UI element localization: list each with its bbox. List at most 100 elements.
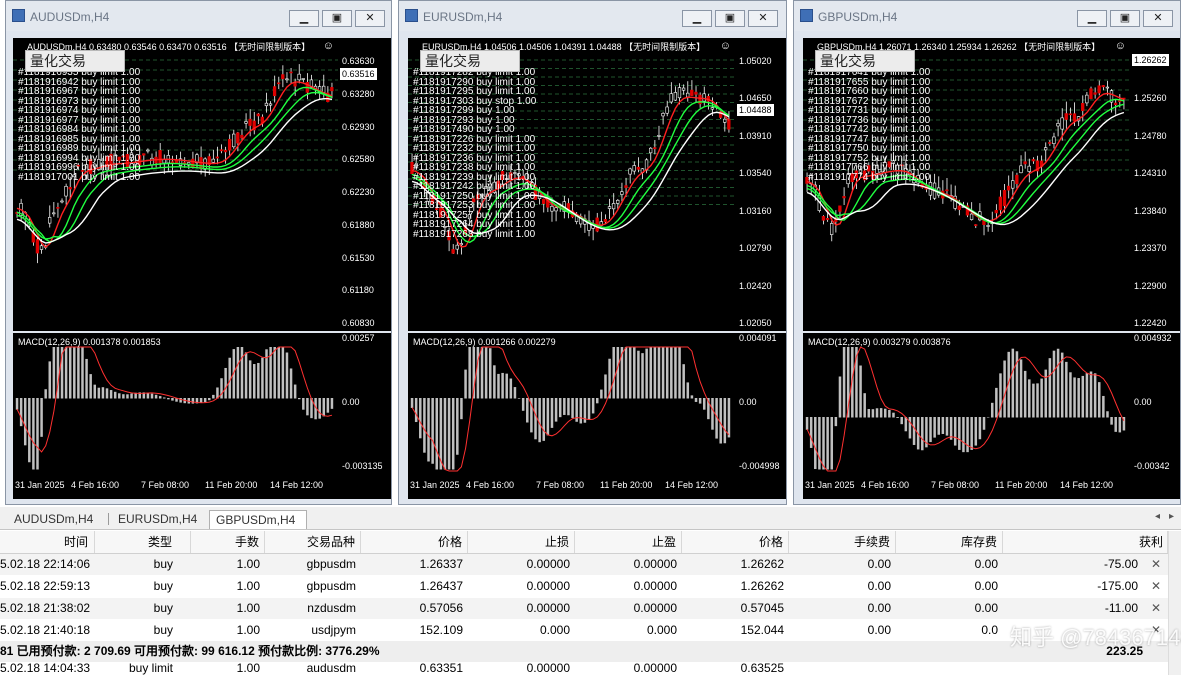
time-axis: 31 Jan 2025 4 Feb 16:00 7 Feb 08:00 11 Feb …	[408, 475, 786, 499]
macd-histogram-bar	[435, 398, 439, 470]
col-header-lots[interactable]: 手数	[191, 531, 265, 553]
moving-average-line	[806, 92, 1125, 226]
macd-histogram-bar	[534, 398, 537, 440]
macd-histogram-bar	[542, 398, 546, 441]
maximize-button[interactable]: ▣	[1110, 10, 1140, 27]
macd-histogram-bar	[1036, 383, 1039, 418]
macd-histogram-bar	[1110, 417, 1113, 425]
price-chart[interactable]: #1181916935 buy limit 1.00 #1181916942 b…	[13, 38, 338, 331]
macd-axis: 0.004091 0.00 -0.004998	[735, 333, 786, 475]
tab-gbpusd[interactable]: GBPUSDm,H4	[209, 510, 307, 529]
col-header-price[interactable]: 价格	[682, 531, 789, 553]
macd-histogram-bar	[863, 393, 866, 418]
table-cell: 0.00	[867, 557, 891, 571]
moving-average-line	[16, 98, 333, 244]
table-row[interactable]: 5.02.18 22:59:13 buy 1.00 gbpusdm 1.26437 0.0…	[0, 576, 1181, 597]
col-header-type[interactable]: 类型	[95, 531, 191, 553]
macd-chart[interactable]: MACD(12,26,9) 0.001266 0.002279	[408, 333, 735, 475]
close-order-icon[interactable]: ✕	[1151, 554, 1161, 575]
table-row[interactable]: 5.02.18 21:40:18 buy 1.00 usdjpym 152.109 0.0…	[0, 620, 1181, 641]
candle-body	[219, 149, 224, 152]
close-button[interactable]: ✕	[1143, 10, 1173, 27]
macd-histogram-bar	[1114, 417, 1117, 432]
time-axis-label: 14 Feb 12:00	[1060, 480, 1114, 490]
candle-body	[657, 135, 661, 137]
macd-histogram-bar	[410, 398, 414, 408]
axis-label: 0.004932	[1134, 333, 1172, 343]
table-cell: 0.00000	[633, 557, 677, 571]
macd-chart[interactable]: MACD(12,26,9) 0.001378 0.001853	[13, 333, 338, 475]
table-cell: 5.02.18 21:40:18	[0, 623, 91, 637]
window-titlebar[interactable]: GBPUSDm,H4 ▁ ▣ ✕	[794, 1, 1180, 31]
tabs-scroll-right-icon[interactable]: ▸	[1169, 511, 1174, 522]
col-header-open-price[interactable]: 价格	[361, 531, 468, 553]
macd-histogram-bar	[456, 398, 459, 455]
close-order-icon[interactable]: ✕	[1151, 576, 1161, 597]
col-header-take-profit[interactable]: 止盈	[575, 531, 682, 553]
macd-histogram-bar	[224, 367, 227, 399]
col-header-time[interactable]: 时间	[0, 531, 95, 553]
table-scrollbar[interactable]	[1168, 531, 1181, 675]
macd-histogram-bar	[670, 347, 673, 399]
table-cell: 0.00000	[633, 579, 677, 593]
time-axis-label: 4 Feb 16:00	[71, 480, 120, 490]
minimize-button[interactable]: ▁	[289, 10, 319, 27]
moving-average-line	[16, 91, 333, 240]
close-button[interactable]: ✕	[355, 10, 385, 27]
macd-histogram-bar	[929, 417, 932, 443]
col-header-symbol[interactable]: 交易品种	[265, 531, 361, 553]
col-header-swap[interactable]: 库存费	[896, 531, 1003, 553]
macd-histogram-bar	[966, 417, 969, 453]
tabs-scroll-left-icon[interactable]: ◂	[1155, 511, 1160, 522]
candle-body	[1060, 117, 1064, 130]
tab-audusd[interactable]: AUDUSDm,H4	[8, 510, 99, 529]
window-titlebar[interactable]: EURUSDm,H4 ▁ ▣ ✕	[399, 1, 786, 31]
chart-window-gbpusd[interactable]: GBPUSDm,H4 ▁ ▣ ✕ #1181917641 buy limit 1…	[793, 0, 1181, 505]
table-cell: 0.00	[867, 623, 891, 637]
close-button[interactable]: ✕	[748, 10, 778, 27]
price-chart[interactable]: #1181917282 buy limit 1.00 #1181917290 b…	[408, 38, 735, 331]
candle-body	[56, 207, 60, 209]
macd-histogram-bar	[587, 398, 591, 420]
chart-window-audusd[interactable]: AUDUSDm,H4 ▁ ▣ ✕ #1181916935 buy limit 1…	[5, 0, 392, 505]
table-cell: gbpusdm	[306, 557, 356, 571]
candle-body	[434, 208, 439, 210]
maximize-button[interactable]: ▣	[322, 10, 352, 27]
macd-histogram-bar	[974, 417, 978, 446]
macd-histogram-bar	[208, 398, 211, 401]
macd-histogram-bar	[326, 398, 330, 413]
col-header-commission[interactable]: 手续费	[789, 531, 896, 553]
candle-body	[35, 239, 40, 254]
minimize-button[interactable]: ▁	[682, 10, 712, 27]
window-titlebar[interactable]: AUDUSDm,H4 ▁ ▣ ✕	[6, 1, 391, 31]
chart-window-eurusd[interactable]: EURUSDm,H4 ▁ ▣ ✕ #1181917282 buy limit 1…	[398, 0, 787, 505]
tab-eurusd[interactable]: EURUSDm,H4	[112, 510, 203, 529]
table-row[interactable]: 5.02.18 21:38:02 buy 1.00 nzdusdm 0.57056 0.0…	[0, 598, 1181, 619]
macd-histogram-bar	[306, 398, 309, 416]
macd-histogram-bar	[859, 365, 862, 418]
macd-chart[interactable]: MACD(12,26,9) 0.003279 0.003876	[803, 333, 1130, 475]
candle-body	[293, 83, 297, 87]
price-chart-svg	[13, 59, 338, 264]
col-header-profit[interactable]: 获利	[1003, 531, 1168, 553]
table-row[interactable]: 5.02.18 22:14:06 buy 1.00 gbpusdm 1.26337 0.0…	[0, 554, 1181, 575]
axis-label: 0.00	[342, 397, 360, 407]
macd-histogram-bar	[81, 347, 84, 399]
candle-body	[1089, 88, 1093, 100]
moving-average-line	[411, 111, 730, 235]
macd-histogram-bar	[277, 347, 281, 399]
col-header-stop-loss[interactable]: 止损	[468, 531, 575, 553]
macd-histogram-bar	[15, 398, 19, 410]
macd-histogram-bar	[591, 398, 595, 414]
price-chart[interactable]: #1181917641 buy limit 1.00 #1181917655 b…	[803, 38, 1130, 331]
candle-body	[240, 134, 244, 139]
macd-histogram-bar	[171, 398, 174, 401]
candle-body	[88, 158, 93, 174]
candle-body	[550, 206, 554, 212]
macd-histogram-bar	[126, 394, 129, 399]
maximize-button[interactable]: ▣	[715, 10, 745, 27]
macd-histogram-bar	[982, 417, 986, 430]
close-order-icon[interactable]: ✕	[1151, 598, 1161, 619]
table-cell: -11.00	[1104, 601, 1138, 615]
minimize-button[interactable]: ▁	[1077, 10, 1107, 27]
